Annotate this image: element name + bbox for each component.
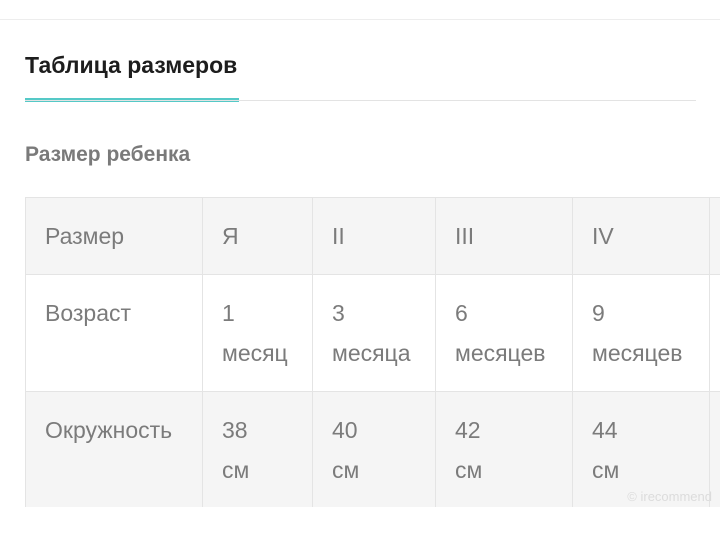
table-row: Размер Я II III IV: [25, 197, 720, 275]
size-table-container[interactable]: Размер Я II III IV Возраст 1 месяц 3 мес…: [25, 197, 720, 507]
table-row: Возраст 1 месяц 3 месяца 6 месяцев 9 мес…: [25, 274, 720, 392]
table-row: Окружность 38 см 40 см 42 см 44 см: [25, 391, 720, 507]
size-table: Размер Я II III IV Возраст 1 месяц 3 мес…: [25, 197, 720, 507]
tab-bar-divider: [25, 100, 696, 101]
table-cell: 38 см: [202, 391, 313, 507]
table-cell-cut-off: [709, 197, 720, 275]
table-cell: III: [435, 197, 573, 275]
table-cell-cut-off: [709, 274, 720, 392]
table-cell: 3 месяца: [312, 274, 436, 392]
table-cell: 1 месяц: [202, 274, 313, 392]
tab-bar: Таблица размеров: [25, 40, 696, 102]
row-header-age: Возраст: [25, 274, 203, 392]
tab-label: Таблица размеров: [25, 52, 238, 78]
table-cell: 42 см: [435, 391, 573, 507]
table-cell: IV: [572, 197, 710, 275]
table-cell: Я: [202, 197, 313, 275]
row-header-circumference: Окружность: [25, 391, 203, 507]
tab-size-table[interactable]: Таблица размеров: [25, 40, 239, 102]
row-header-size: Размер: [25, 197, 203, 275]
table-cell: II: [312, 197, 436, 275]
watermark: © irecommend: [627, 489, 712, 504]
table-cell: 9 месяцев: [572, 274, 710, 392]
table-cell: 6 месяцев: [435, 274, 573, 392]
section-title: Размер ребенка: [25, 143, 191, 166]
top-divider: [0, 19, 720, 20]
table-cell: 40 см: [312, 391, 436, 507]
